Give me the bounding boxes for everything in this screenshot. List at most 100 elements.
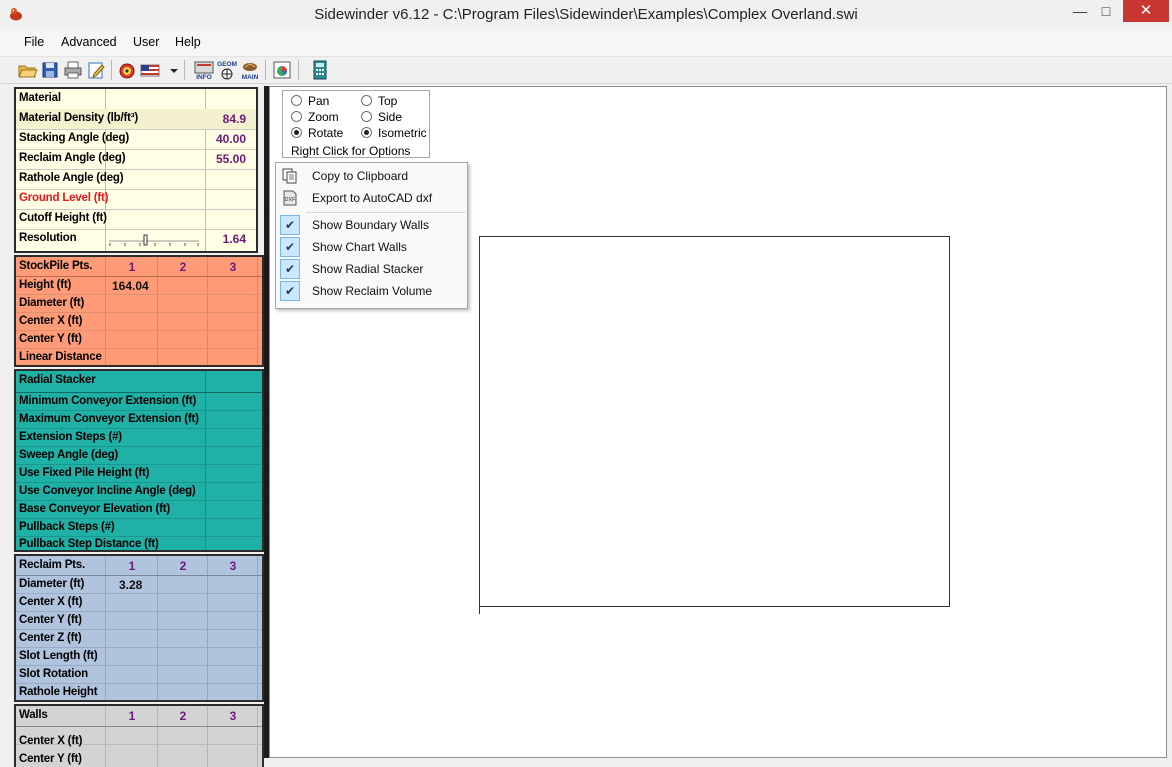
side-radio[interactable]: Side — [361, 110, 402, 124]
ground-level-label: Ground Level (ft) — [19, 192, 109, 204]
stacking-angle-label: Stacking Angle (deg) — [19, 132, 129, 144]
walls-col-2: 2 — [179, 709, 187, 723]
reclaim-row-label: Center X (ft) — [19, 596, 83, 608]
chart-icon[interactable] — [271, 59, 293, 81]
check-icon: ✔ — [280, 259, 300, 279]
stacking-angle-value[interactable]: 40.00 — [208, 132, 246, 146]
table-row[interactable]: Center Y (ft) — [16, 330, 262, 349]
reclaim-col-3: 3 — [229, 559, 237, 573]
material-density-row[interactable]: Material Density (lb/ft³) 84.9 — [16, 109, 256, 130]
table-row[interactable]: Diameter (ft) 3.28 — [16, 575, 262, 594]
show-boundary-walls-item[interactable]: ✔ Show Boundary Walls — [278, 214, 464, 236]
reclaim-grid: Reclaim Pts. 1 2 3 Diameter (ft) 3.28 Ce… — [14, 554, 264, 702]
table-row[interactable]: Center Y (ft) — [16, 744, 262, 767]
zoom-radio[interactable]: Zoom — [291, 110, 339, 124]
flag-icon[interactable] — [139, 59, 163, 81]
resolution-slider[interactable] — [107, 233, 201, 247]
open-folder-icon[interactable] — [16, 59, 38, 81]
menu-file[interactable]: File — [24, 35, 44, 49]
table-row[interactable]: Rathole Height — [16, 683, 262, 700]
rotate-label: Rotate — [308, 126, 344, 140]
close-button[interactable]: ✕ — [1123, 0, 1169, 22]
table-row[interactable]: Center X (ft) — [16, 593, 262, 612]
stockpile-col-1: 1 — [128, 260, 136, 274]
reclaim-row-label: Slot Length (ft) — [19, 650, 98, 662]
table-row[interactable]: Center Y (ft) — [16, 611, 262, 630]
save-icon[interactable] — [39, 59, 61, 81]
radial-stacker-grid: Radial Stacker Minimum Conveyor Extensio… — [14, 369, 264, 552]
rotate-radio[interactable]: Rotate — [291, 126, 343, 140]
info-icon[interactable]: INFO — [193, 59, 215, 81]
rathole-angle-row[interactable]: Rathole Angle (deg) — [16, 169, 256, 190]
minimize-button[interactable]: — — [1067, 0, 1093, 22]
maximize-button[interactable]: □ — [1093, 0, 1119, 22]
table-row[interactable]: Minimum Conveyor Extension (ft) — [16, 392, 262, 411]
plot-frame — [479, 236, 950, 607]
pan-radio[interactable]: Pan — [291, 94, 329, 108]
menu-help[interactable]: Help — [175, 35, 201, 49]
isometric-label: Isometric — [378, 126, 427, 140]
radial-row-label: Sweep Angle (deg) — [19, 449, 119, 461]
table-row[interactable]: Extension Steps (#) — [16, 428, 262, 447]
radial-header-row: Radial Stacker — [16, 371, 262, 393]
check-icon: ✔ — [280, 281, 300, 301]
geom-icon[interactable]: GEOM — [216, 59, 238, 81]
context-menu: Copy to Clipboard DXF Export to AutoCAD … — [275, 162, 468, 309]
reclaim-angle-label: Reclaim Angle (deg) — [19, 152, 126, 164]
table-row[interactable]: Pullback Step Distance (ft) — [16, 536, 262, 552]
reclaim-angle-row[interactable]: Reclaim Angle (deg) 55.00 — [16, 149, 256, 170]
material-density-value[interactable]: 84.9 — [208, 112, 246, 126]
table-row[interactable]: Center Z (ft) — [16, 629, 262, 648]
resolution-label: Resolution — [19, 232, 77, 244]
view-mode-controls: Pan Top Zoom Side Rotate Isometric Right… — [282, 90, 430, 158]
show-chart-walls-item[interactable]: ✔ Show Chart Walls — [278, 236, 464, 258]
print-icon[interactable] — [62, 59, 84, 81]
menu-user[interactable]: User — [133, 35, 159, 49]
show-radial-stacker-item[interactable]: ✔ Show Radial Stacker — [278, 258, 464, 280]
reclaim-row-label: Center Z (ft) — [19, 632, 82, 644]
show-reclaim-volume-item[interactable]: ✔ Show Reclaim Volume — [278, 280, 464, 302]
boundary-walls-label: Show Boundary Walls — [312, 218, 429, 232]
table-row[interactable]: Pullback Steps (#) — [16, 518, 262, 537]
isometric-radio[interactable]: Isometric — [361, 126, 427, 140]
table-row[interactable]: Slot Rotation — [16, 665, 262, 684]
toolbar-separator — [265, 60, 266, 80]
table-row[interactable]: Center X (ft) — [16, 726, 262, 747]
target-icon[interactable] — [116, 59, 138, 81]
table-row[interactable]: Slot Length (ft) — [16, 647, 262, 666]
reclaim-diameter-label: Diameter (ft) — [19, 578, 85, 590]
table-row[interactable]: Maximum Conveyor Extension (ft) — [16, 410, 262, 429]
table-row[interactable]: Center X (ft) — [16, 312, 262, 331]
table-row[interactable]: Diameter (ft) — [16, 294, 262, 313]
stockpile-height-value[interactable]: 164.04 — [112, 279, 149, 293]
reclaim-diameter-value[interactable]: 3.28 — [119, 578, 142, 592]
reclaim-angle-value[interactable]: 55.00 — [208, 152, 246, 166]
table-row[interactable]: Use Conveyor Incline Angle (deg) — [16, 482, 262, 501]
dropdown-icon[interactable] — [163, 59, 178, 81]
ground-level-row[interactable]: Ground Level (ft) — [16, 189, 256, 210]
export-dxf-item[interactable]: DXF Export to AutoCAD dxf — [278, 187, 464, 209]
window-title: Sidewinder v6.12 - C:\Program Files\Side… — [314, 6, 858, 23]
table-row[interactable]: Sweep Angle (deg) — [16, 446, 262, 465]
resolution-row[interactable]: Resolution 1.64 — [16, 229, 256, 251]
table-row[interactable]: Use Fixed Pile Height (ft) — [16, 464, 262, 483]
stockpile-col-3: 3 — [229, 260, 237, 274]
stockpile-col-2: 2 — [179, 260, 187, 274]
toolbar-separator — [111, 60, 112, 80]
title-bar: Sidewinder v6.12 - C:\Program Files\Side… — [0, 0, 1172, 32]
radial-row-label: Use Conveyor Incline Angle (deg) — [19, 485, 196, 497]
zoom-label: Zoom — [308, 110, 339, 124]
menu-advanced[interactable]: Advanced — [61, 35, 117, 49]
main-icon[interactable]: MAIN — [239, 59, 261, 81]
cutoff-height-row[interactable]: Cutoff Height (ft) — [16, 209, 256, 230]
menu-separator — [306, 212, 466, 213]
table-row[interactable]: Base Conveyor Elevation (ft) — [16, 500, 262, 519]
toolbar: INFO GEOM MAIN — [0, 57, 1172, 84]
stacking-angle-row[interactable]: Stacking Angle (deg) 40.00 — [16, 129, 256, 150]
calculator-icon[interactable] — [309, 59, 331, 81]
copy-to-clipboard-item[interactable]: Copy to Clipboard — [278, 165, 464, 187]
table-row[interactable]: Linear Distance — [16, 348, 262, 366]
edit-icon[interactable] — [85, 59, 107, 81]
table-row[interactable]: Height (ft) 164.04 — [16, 276, 262, 295]
top-radio[interactable]: Top — [361, 94, 397, 108]
